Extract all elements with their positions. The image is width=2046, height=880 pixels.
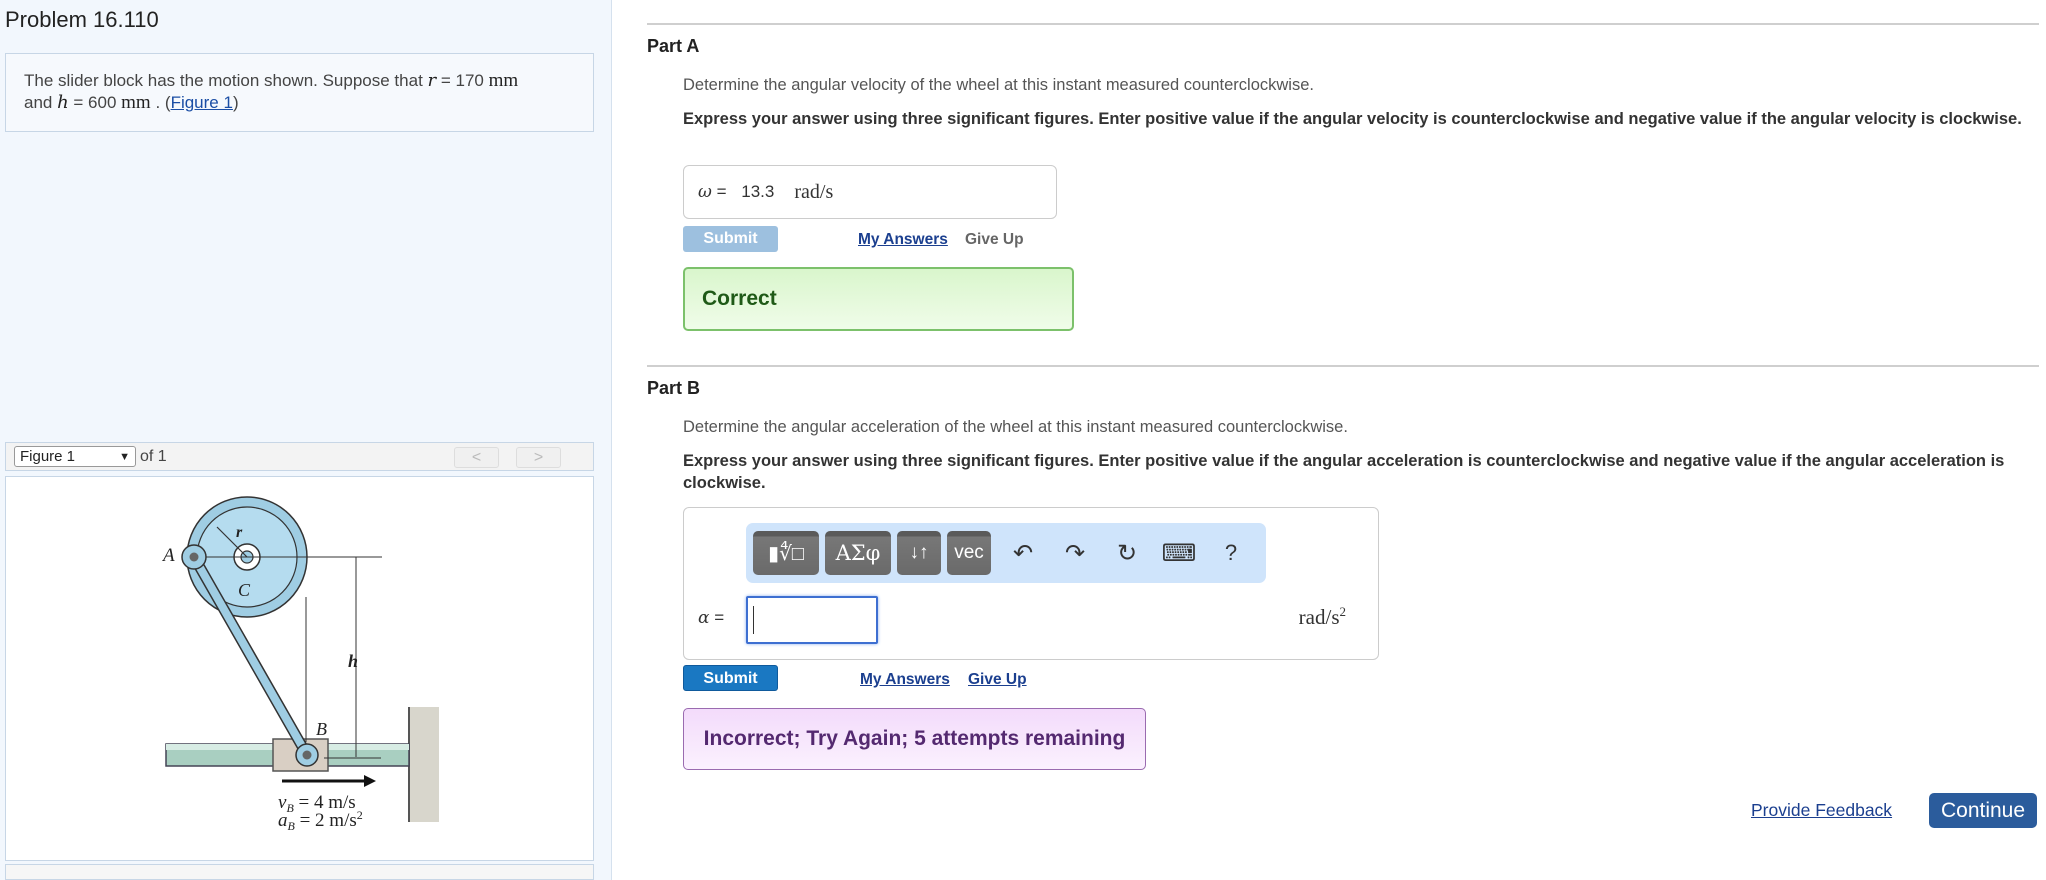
r-value: = 170 [436,71,489,90]
help-icon[interactable]: ? [1205,540,1257,566]
vector-button[interactable]: vec [947,531,991,575]
prev-figure-button[interactable]: < [454,447,499,468]
close-paren: ) [232,93,239,112]
dot-text: . ( [150,93,171,112]
part-a-divider [647,23,2039,25]
part-b-incorrect-feedback: Incorrect; Try Again; 5 attempts remaini… [683,708,1146,770]
keyboard-icon[interactable]: ⌨ [1153,539,1205,568]
continue-button[interactable]: Continue [1929,793,2037,828]
part-a-answer-box: ω = 13.3 rad/s [683,165,1057,219]
part-a-give-up-link: Give Up [965,231,1024,248]
h-value: = 600 [68,93,122,112]
part-a-submit-button[interactable]: Submit [683,226,778,252]
alpha-symbol: α [698,608,710,628]
figure-nav-bar: Figure 1 ▼ of 1 < > [5,442,594,471]
pin-b [302,750,312,760]
dropdown-arrow-icon: ▼ [119,450,130,463]
r-unit: mm [488,70,519,91]
label-a: A [161,545,175,566]
pin-a [189,552,199,562]
figure-select-value: Figure 1 [20,448,76,465]
greek-symbols-button[interactable]: ΑΣφ [825,531,891,575]
part-b-answer-input[interactable] [746,596,878,644]
statement-text: The slider block has the motion shown. S… [24,71,428,90]
part-b-my-answers-link[interactable]: My Answers [860,671,950,689]
undo-icon[interactable]: ↶ [997,539,1049,568]
slider-crank-figure: A C r h B vB = 4 m/s aB = 2 m/s2 [161,496,439,833]
part-b-unit: rad/s2 [1298,604,1346,629]
omega-symbol: ω [698,182,712,202]
arrowhead-icon [364,775,376,787]
problem-panel: Problem 16.110 The slider block has the … [0,0,612,880]
part-a-unit: rad/s [794,180,834,203]
figure-select[interactable]: Figure 1 ▼ [14,446,136,467]
label-c: C [238,580,251,600]
part-a-my-answers-link[interactable]: My Answers [858,231,948,249]
next-figure-button[interactable]: > [516,447,561,468]
part-b-prompt: Determine the angular acceleration of th… [683,418,1348,436]
part-b-answer-box: ▮∜□ ΑΣφ ↓↑ vec ↶ ↷ ↻ ⌨ ? α = rad/s2 [683,507,1379,660]
figure-footer [5,864,594,880]
text-caret [753,606,754,634]
reset-icon[interactable]: ↻ [1101,539,1153,568]
templates-button[interactable]: ▮∜□ [753,531,819,575]
figure-container: A C r h B vB = 4 m/s aB = 2 m/s2 [5,476,594,861]
part-b-submit-button[interactable]: Submit [683,665,778,691]
figure-count: of 1 [140,447,167,465]
problem-statement: The slider block has the motion shown. S… [5,53,594,132]
equals-sign: = [711,182,732,201]
part-a-instruction: Express your answer using three signific… [683,110,2022,128]
provide-feedback-link[interactable]: Provide Feedback [1751,800,1892,821]
part-b-divider [647,365,2039,367]
problem-title: Problem 16.110 [5,7,159,32]
arrows-button[interactable]: ↓↑ [897,531,941,575]
part-a-title: Part A [647,36,700,56]
part-a-correct-feedback: Correct [683,267,1074,331]
equals-sign: = [709,608,729,627]
figure-link[interactable]: Figure 1 [171,93,233,112]
part-b-title: Part B [647,378,701,398]
h-unit: mm [121,92,151,113]
label-r: r [236,524,243,541]
part-a-prompt: Determine the angular velocity of the wh… [683,76,1314,94]
and-text: and [24,93,58,112]
part-b-give-up-link[interactable]: Give Up [968,671,1027,689]
label-b: B [316,719,327,739]
h-symbol: h [57,92,69,113]
alpha-label: α = [698,608,729,628]
wall [409,707,439,822]
r-symbol: r [427,70,437,91]
part-a-answer-value: 13.3 [741,182,775,201]
part-b-instruction: Express your answer using three signific… [683,452,2005,492]
math-toolbar: ▮∜□ ΑΣφ ↓↑ vec ↶ ↷ ↻ ⌨ ? [746,523,1266,583]
redo-icon[interactable]: ↷ [1049,539,1101,568]
label-h: h [348,651,358,671]
